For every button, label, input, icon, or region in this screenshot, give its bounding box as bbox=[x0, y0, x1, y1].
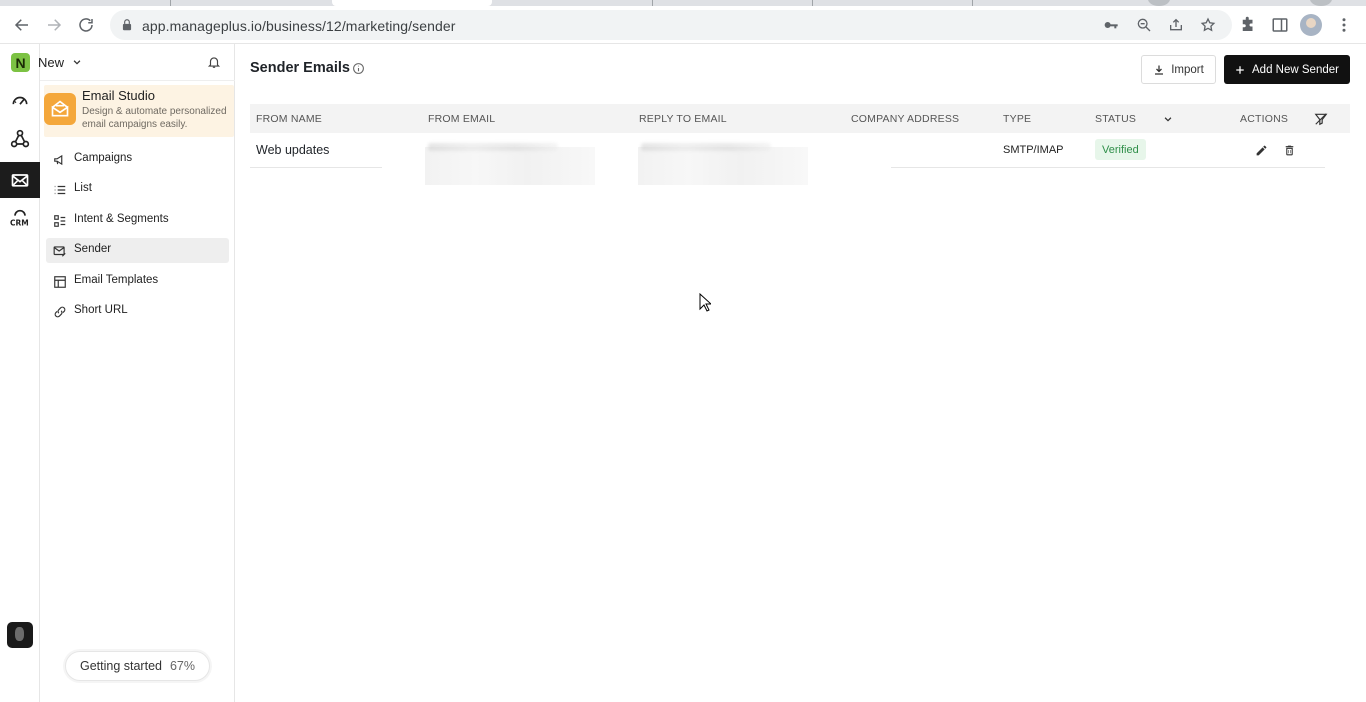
workspace-name: New bbox=[38, 55, 65, 70]
app-icon-rail: N CRM bbox=[0, 44, 40, 702]
side-panel-icon[interactable] bbox=[1268, 13, 1292, 37]
browser-menu-dots-icon[interactable] bbox=[1332, 13, 1356, 37]
status-sort-chevron-icon[interactable] bbox=[1163, 114, 1173, 124]
edit-pencil-icon[interactable] bbox=[1255, 144, 1268, 157]
table-header: FROM NAME FROM EMAIL REPLY TO EMAIL COMP… bbox=[250, 104, 1350, 133]
table-row[interactable]: Web updates SMTP/IMAP Verified bbox=[250, 133, 1350, 185]
main-content: Sender Emails Import Add New Sender FROM… bbox=[235, 44, 1366, 702]
getting-started-label: Getting started bbox=[79, 659, 162, 673]
clear-filter-icon[interactable] bbox=[1314, 112, 1328, 126]
cell-reply-to-email-redacted bbox=[638, 143, 808, 185]
module-sidebar: New Email Studio Design & automate perso… bbox=[38, 44, 235, 702]
email-studio-icon bbox=[44, 93, 76, 125]
share-icon[interactable] bbox=[1168, 17, 1184, 33]
column-header-company-address[interactable]: COMPANY ADDRESS bbox=[851, 113, 959, 125]
sidebar-item-label: Email Templates bbox=[74, 274, 159, 286]
sidebar-item-label: Intent & Segments bbox=[74, 213, 169, 225]
back-arrow-icon[interactable] bbox=[10, 13, 34, 37]
link-icon bbox=[54, 306, 66, 318]
download-icon bbox=[1155, 65, 1164, 75]
add-new-sender-label: Add New Sender bbox=[1252, 63, 1339, 76]
workspace-switcher[interactable]: New bbox=[38, 44, 235, 81]
cell-from-email-redacted bbox=[425, 143, 595, 185]
forward-arrow-icon[interactable] bbox=[42, 13, 66, 37]
column-header-reply-to-email[interactable]: REPLY TO EMAIL bbox=[639, 113, 727, 125]
user-avatar[interactable] bbox=[7, 622, 33, 648]
extensions-puzzle-icon[interactable] bbox=[1236, 13, 1260, 37]
studio-title: Email Studio bbox=[82, 88, 155, 103]
integrations-nodes-icon[interactable] bbox=[0, 121, 40, 157]
add-new-sender-button[interactable]: Add New Sender bbox=[1224, 55, 1350, 84]
bookmark-star-icon[interactable] bbox=[1200, 17, 1216, 33]
redacted-text bbox=[641, 143, 771, 151]
sidebar-item-email-templates[interactable]: Email Templates bbox=[46, 269, 229, 294]
import-button[interactable]: Import bbox=[1141, 55, 1216, 84]
redacted-text bbox=[428, 143, 558, 151]
row-divider bbox=[250, 167, 382, 168]
email-studio-card: Email Studio Design & automate personali… bbox=[44, 85, 234, 137]
sidebar-item-campaigns[interactable]: Campaigns bbox=[46, 147, 229, 172]
column-header-actions: ACTIONS bbox=[1240, 113, 1289, 125]
envelope-edit-icon bbox=[53, 246, 66, 257]
crm-icon[interactable]: CRM bbox=[0, 201, 40, 237]
address-url: app.manageplus.io/business/12/marketing/… bbox=[142, 18, 456, 34]
status-badge: Verified bbox=[1095, 139, 1146, 160]
cell-from-name: Web updates bbox=[256, 143, 330, 157]
sidebar-item-sender[interactable]: Sender bbox=[46, 238, 229, 263]
sidebar-item-label: List bbox=[74, 182, 92, 194]
cell-type: SMTP/IMAP bbox=[1003, 144, 1064, 156]
studio-description: Design & automate personalized email cam… bbox=[82, 106, 227, 130]
template-icon bbox=[54, 276, 66, 288]
browser-profile-avatar[interactable] bbox=[1300, 14, 1322, 36]
delete-trash-icon[interactable] bbox=[1283, 144, 1296, 157]
dashboard-speedometer-icon[interactable] bbox=[0, 82, 40, 118]
svg-text:CRM: CRM bbox=[10, 219, 29, 228]
notification-bell-icon[interactable] bbox=[207, 55, 221, 69]
list-icon bbox=[54, 185, 66, 195]
getting-started-percent: 67% bbox=[169, 659, 196, 673]
page-title: Sender Emails bbox=[250, 60, 350, 76]
sidebar-item-label: Short URL bbox=[74, 304, 128, 316]
getting-started-button[interactable]: Getting started 67% bbox=[65, 651, 210, 681]
key-icon[interactable] bbox=[1103, 17, 1119, 33]
email-marketing-icon[interactable] bbox=[0, 162, 40, 198]
address-bar[interactable]: app.manageplus.io/business/12/marketing/… bbox=[110, 10, 1232, 40]
column-header-type[interactable]: TYPE bbox=[1003, 113, 1031, 125]
info-icon[interactable] bbox=[352, 62, 365, 75]
sidebar-item-short-url[interactable]: Short URL bbox=[46, 299, 229, 324]
mouse-cursor-icon bbox=[699, 293, 711, 312]
lock-icon bbox=[122, 19, 132, 31]
browser-toolbar: app.manageplus.io/business/12/marketing/… bbox=[0, 6, 1366, 44]
plus-icon bbox=[1236, 65, 1244, 74]
zoom-out-icon[interactable] bbox=[1136, 17, 1152, 33]
column-header-from-email[interactable]: FROM EMAIL bbox=[428, 113, 495, 125]
column-header-status[interactable]: STATUS bbox=[1095, 113, 1136, 125]
sidebar-item-label: Sender bbox=[74, 243, 112, 255]
sidebar-item-label: Campaigns bbox=[74, 152, 133, 164]
megaphone-icon bbox=[54, 154, 63, 166]
sidebar-item-list[interactable]: List bbox=[46, 177, 229, 202]
segments-icon bbox=[54, 215, 66, 227]
sidebar-item-intent-segments[interactable]: Intent & Segments bbox=[46, 208, 229, 233]
import-button-label: Import bbox=[1171, 63, 1204, 76]
reload-icon[interactable] bbox=[74, 13, 98, 37]
row-divider bbox=[891, 167, 1325, 168]
chevron-down-icon bbox=[73, 60, 81, 65]
column-header-from-name[interactable]: FROM NAME bbox=[256, 113, 322, 125]
workspace-logo[interactable]: N bbox=[11, 53, 30, 72]
